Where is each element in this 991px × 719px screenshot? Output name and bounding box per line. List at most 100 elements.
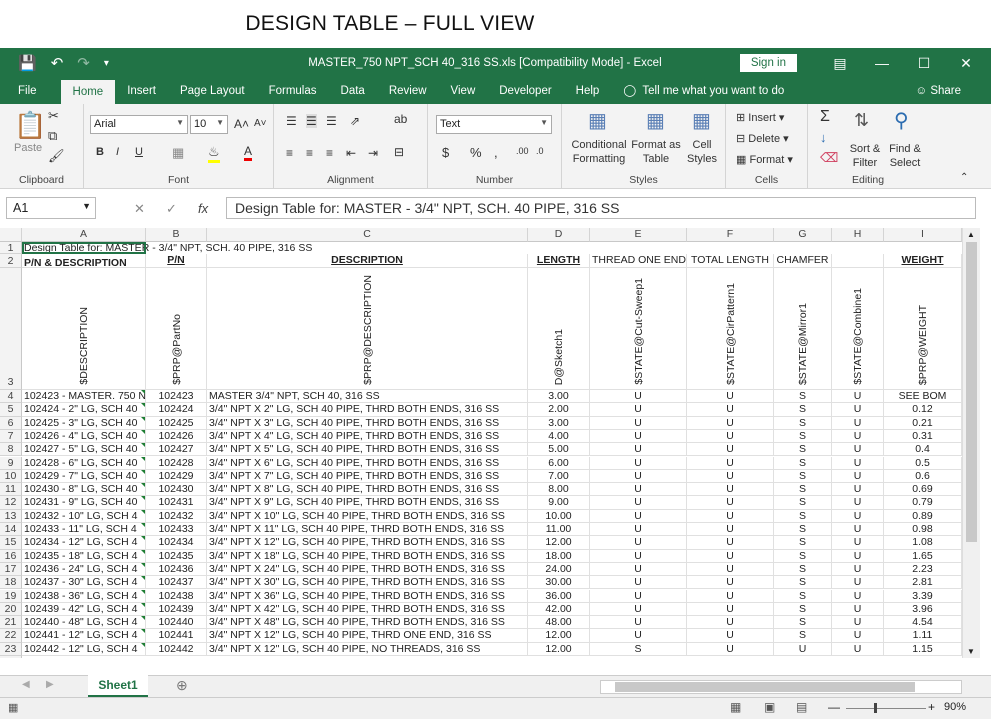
data-cell[interactable]: 8.00 [528,483,590,497]
data-cell[interactable]: 42.00 [528,602,590,617]
data-cell[interactable]: 0.6 [884,469,962,484]
data-cell[interactable]: S [774,576,832,590]
data-cell[interactable]: 1.65 [884,549,962,563]
data-cell[interactable]: U [832,496,884,510]
tab-formulas[interactable]: Formulas [257,78,329,104]
data-cell[interactable]: S [774,562,832,577]
row-header[interactable]: 8 [0,443,22,457]
page-layout-view-icon[interactable]: ▣ [764,700,775,714]
data-cell[interactable]: 3/4" NPT X 12" LG, SCH 40 PIPE, NO THREA… [207,642,528,656]
data-cell[interactable]: U [832,416,884,430]
data-cell[interactable]: U [590,616,687,630]
error-indicator[interactable] [141,443,145,448]
data-cell[interactable]: U [687,416,774,430]
header-cell[interactable]: THREAD ONE END [590,254,687,268]
data-cell[interactable]: U [832,429,884,444]
data-cell[interactable]: 102430 - 8" LG, SCH 40 [22,483,146,497]
data-cell[interactable]: U [687,456,774,470]
conditional-formatting-icon[interactable]: ▦ [588,108,607,133]
data-cell[interactable]: U [687,616,774,630]
name-box[interactable]: A1 ▼ [6,197,96,219]
prev-sheet-icon[interactable]: ◀ [22,679,30,690]
row-header[interactable]: 14 [0,523,22,537]
column-header[interactable]: D [528,228,590,242]
param-cell[interactable]: $STATE@CirPattern1 [687,268,774,390]
data-cell[interactable]: 3/4" NPT X 4" LG, SCH 40 PIPE, THRD BOTH… [207,429,528,444]
data-cell[interactable]: 3/4" NPT X 48" LG, SCH 40 PIPE, THRD BOT… [207,616,528,630]
data-cell[interactable]: U [832,589,884,603]
data-cell[interactable]: S [774,589,832,603]
data-cell[interactable]: S [774,509,832,523]
header-cell[interactable]: DESCRIPTION [207,254,528,268]
data-cell[interactable]: U [590,496,687,510]
paste-button[interactable]: Paste [14,142,42,154]
comma-icon[interactable]: , [494,145,498,160]
data-cell[interactable]: S [774,483,832,497]
column-header[interactable]: I [884,228,962,242]
data-cell[interactable]: 102438 - 36" LG, SCH 4 [22,589,146,603]
column-header[interactable]: H [832,228,884,242]
column-header[interactable]: E [590,228,687,242]
header-cell[interactable]: WEIGHT [884,254,962,268]
align-left-icon[interactable]: ≡ [286,146,293,160]
data-cell[interactable]: S [774,443,832,457]
data-cell[interactable]: 102440 - 48" LG, SCH 4 [22,616,146,630]
page-break-view-icon[interactable]: ▤ [796,700,807,714]
data-cell[interactable]: 3.39 [884,589,962,603]
data-cell[interactable]: S [774,536,832,550]
data-cell[interactable]: U [832,523,884,537]
undo-icon[interactable]: ↶ [51,54,64,72]
data-cell[interactable]: U [832,576,884,590]
tell-me-box[interactable]: ◯ Tell me what you want to do [611,78,784,104]
error-indicator[interactable] [141,469,145,474]
data-cell[interactable]: U [687,602,774,617]
data-cell[interactable]: 102432 [146,509,207,523]
italic-icon[interactable]: I [116,146,119,158]
error-indicator[interactable] [141,616,145,621]
data-cell[interactable]: 3/4" NPT X 24" LG, SCH 40 PIPE, THRD BOT… [207,562,528,577]
decrease-indent-icon[interactable]: ⇤ [346,146,356,160]
data-cell[interactable]: U [687,443,774,457]
data-cell[interactable]: 3/4" NPT X 18" LG, SCH 40 PIPE, THRD BOT… [207,549,528,563]
paste-icon[interactable]: 📋 [14,110,46,141]
data-cell[interactable]: U [832,642,884,656]
row-header[interactable] [0,656,22,658]
data-cell[interactable]: U [687,390,774,404]
zoom-out-icon[interactable]: — [828,700,840,714]
param-cell[interactable]: $DESCRIPTION [22,268,146,390]
data-cell[interactable]: 1.08 [884,536,962,550]
wrap-text-icon[interactable]: ab [394,112,407,126]
row-header[interactable]: 3 [0,268,22,390]
cell-styles-button[interactable]: Cell Styles [682,138,722,166]
row-header[interactable]: 2 [0,254,22,268]
row-header[interactable]: 20 [0,602,22,617]
new-sheet-icon[interactable]: ⊕ [176,677,188,694]
data-cell[interactable]: 102432 - 10" LG, SCH 4 [22,509,146,523]
conditional-formatting-button[interactable]: Conditional Formatting [570,138,628,166]
data-cell[interactable]: 0.4 [884,443,962,457]
data-cell[interactable]: U [832,616,884,630]
data-cell[interactable]: U [832,469,884,484]
error-indicator[interactable] [141,416,145,421]
error-indicator[interactable] [141,429,145,434]
data-cell[interactable]: 2.00 [528,403,590,417]
data-cell[interactable]: 102435 - 18" LG, SCH 4 [22,549,146,563]
center-icon[interactable]: ≡ [306,146,313,160]
data-cell[interactable]: 4.54 [884,616,962,630]
zoom-slider[interactable] [846,708,926,709]
data-cell[interactable]: 102442 - 12" LG, SCH 4 [22,642,146,656]
data-cell[interactable]: 36.00 [528,589,590,603]
data-cell[interactable]: 102437 - 30" LG, SCH 4 [22,576,146,590]
error-indicator[interactable] [141,629,145,634]
data-cell[interactable]: U [687,429,774,444]
param-cell[interactable]: $STATE@Mirror1 [774,268,832,390]
scroll-thumb[interactable] [966,242,977,542]
data-cell[interactable]: 3/4" NPT X 11" LG, SCH 40 PIPE, THRD BOT… [207,523,528,537]
data-cell[interactable]: U [590,509,687,523]
orientation-icon[interactable]: ⇗ [350,114,360,128]
data-cell[interactable]: U [687,629,774,643]
data-cell[interactable]: U [687,483,774,497]
data-cell[interactable]: U [590,536,687,550]
data-cell[interactable]: 18.00 [528,549,590,563]
data-cell[interactable]: 4.00 [528,429,590,444]
